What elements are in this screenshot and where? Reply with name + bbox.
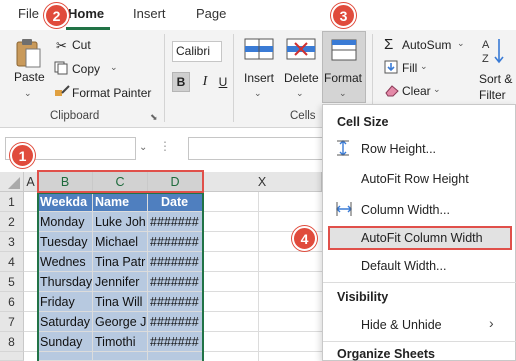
format-menu: Cell Size Row Height... AutoFit Row Heig…: [322, 104, 516, 361]
sigma-icon: Σ: [384, 36, 394, 53]
underline-button[interactable]: U: [216, 72, 230, 92]
format-painter-button[interactable]: Format Painter: [72, 86, 151, 100]
row-header[interactable]: 5: [0, 272, 24, 292]
row-header[interactable]: 8: [0, 332, 24, 352]
row-header[interactable]: 4: [0, 252, 24, 272]
insert-cells-icon: [244, 38, 274, 60]
step-badge-2: 2: [44, 3, 69, 28]
bold-button[interactable]: B: [172, 72, 190, 92]
tab-page-layout[interactable]: Page: [196, 6, 226, 21]
row-header[interactable]: 7: [0, 312, 24, 332]
select-all-icon: [8, 177, 20, 189]
tab-home[interactable]: Home: [68, 6, 104, 21]
step-badge-3: 3: [331, 3, 356, 28]
group-separator: [164, 34, 165, 122]
empty-cells[interactable]: [203, 192, 322, 361]
format-dropdown-icon[interactable]: ⌄: [339, 88, 347, 99]
column-headers-highlight: [37, 170, 204, 193]
font-name-value: Calibri: [176, 44, 211, 58]
formula-input[interactable]: [188, 137, 328, 160]
formula-bar-dots-icon: ⋮: [159, 139, 171, 153]
row-header[interactable]: 3: [0, 232, 24, 252]
clear-dropdown-icon[interactable]: ⌄: [433, 84, 441, 95]
format-cells-icon: [331, 39, 357, 61]
svg-text:Z: Z: [482, 53, 489, 65]
copy-button[interactable]: Copy: [72, 62, 100, 76]
delete-cells-icon: [286, 38, 316, 60]
fill-down-icon: [384, 60, 398, 74]
tab-file[interactable]: File: [18, 6, 39, 21]
column-a-cells[interactable]: [24, 192, 38, 361]
menu-item-default-width[interactable]: Default Width...: [361, 259, 446, 273]
group-separator: [233, 34, 234, 122]
chevron-right-icon: ›: [489, 315, 494, 331]
paste-label: Paste: [14, 70, 45, 84]
clear-button[interactable]: Clear: [402, 84, 431, 98]
menu-item-column-width[interactable]: Column Width...: [361, 203, 450, 217]
autofit-column-width-label: AutoFit Column Width: [361, 231, 483, 245]
chevron-down-icon[interactable]: ⌄: [24, 88, 32, 99]
sort-filter-label-1[interactable]: Sort &: [479, 72, 512, 86]
row-height-icon: [337, 140, 349, 156]
svg-text:A: A: [482, 39, 490, 51]
font-name-box[interactable]: Calibri: [172, 41, 222, 62]
sort-filter-icon: A Z: [482, 39, 504, 65]
copy-icon: [54, 61, 68, 75]
paintbrush-icon: [55, 85, 70, 96]
menu-section-visibility: Visibility: [337, 290, 389, 304]
column-header-a[interactable]: A: [24, 172, 38, 192]
copy-dropdown-icon[interactable]: ⌄: [110, 62, 118, 73]
insert-dropdown-icon[interactable]: ⌄: [254, 88, 262, 99]
delete-button[interactable]: Delete: [284, 71, 319, 85]
step-badge-4: 4: [292, 226, 317, 251]
menu-section-organize-sheets: Organize Sheets: [337, 347, 435, 361]
column-width-icon: [336, 202, 352, 216]
delete-dropdown-icon[interactable]: ⌄: [296, 88, 304, 99]
fill-button[interactable]: Fill: [402, 61, 417, 75]
clipboard-group-label: Clipboard: [50, 110, 100, 122]
row-header[interactable]: 2: [0, 212, 24, 232]
scissors-icon: ✂: [56, 38, 67, 53]
format-label: Format: [324, 71, 363, 85]
italic-button[interactable]: I: [196, 72, 214, 92]
cut-button[interactable]: Cut: [72, 38, 91, 52]
menu-divider: [323, 282, 516, 283]
selection-border: [37, 192, 204, 361]
autosum-button[interactable]: AutoSum: [402, 38, 451, 52]
row-header[interactable]: [0, 352, 24, 361]
column-header-x[interactable]: X: [203, 172, 322, 192]
fill-dropdown-icon[interactable]: ⌄: [420, 61, 428, 72]
row-header[interactable]: 1: [0, 192, 24, 212]
menu-item-hide-unhide[interactable]: Hide & Unhide: [361, 318, 442, 332]
menu-item-autofit-column-width[interactable]: AutoFit Column Width: [328, 226, 512, 250]
eraser-icon: [385, 85, 399, 97]
tab-insert[interactable]: Insert: [133, 6, 166, 21]
clipboard-icon: [16, 39, 41, 68]
namebox-dropdown-icon[interactable]: ⌄: [139, 142, 147, 153]
autosum-dropdown-icon[interactable]: ⌄: [457, 38, 465, 49]
select-all-corner[interactable]: [0, 172, 24, 192]
menu-item-autofit-row-height[interactable]: AutoFit Row Height: [361, 172, 469, 186]
row-header[interactable]: 6: [0, 292, 24, 312]
menu-item-row-height[interactable]: Row Height...: [361, 142, 436, 156]
menu-divider: [323, 341, 516, 342]
insert-button[interactable]: Insert: [244, 71, 274, 85]
gridline: [258, 192, 259, 361]
cells-group-label: Cells: [290, 110, 316, 122]
menu-section-cell-size: Cell Size: [337, 115, 389, 129]
sort-filter-label-2[interactable]: Filter: [479, 88, 506, 102]
step-badge-1: 1: [10, 143, 35, 168]
dialog-launcher-icon[interactable]: ⬊: [150, 112, 158, 123]
